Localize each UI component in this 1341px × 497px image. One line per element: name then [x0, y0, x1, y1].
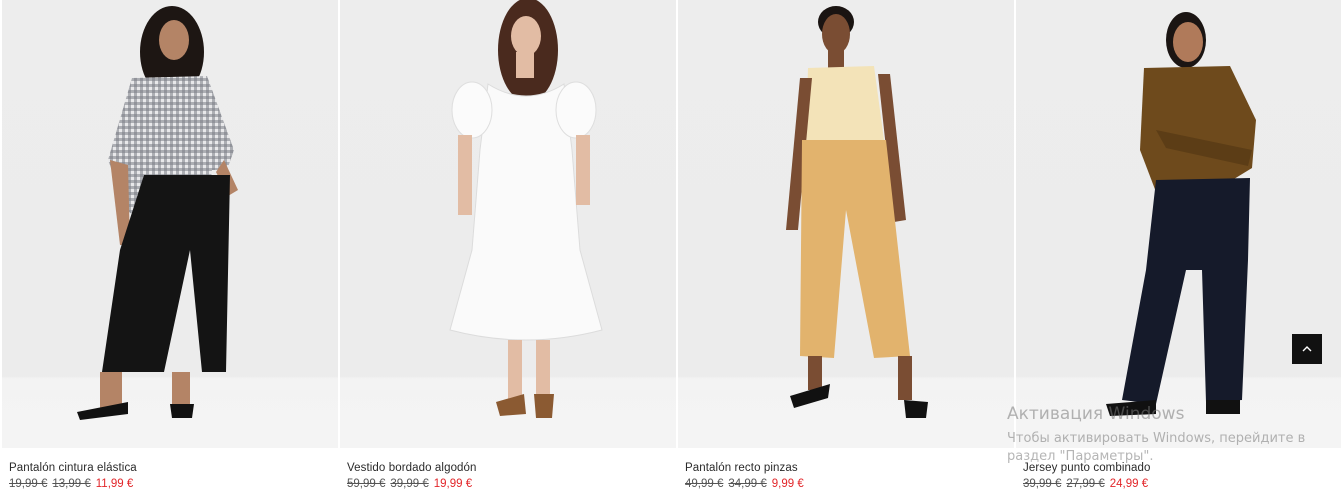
scroll-to-top-button[interactable] [1292, 334, 1322, 364]
product-name[interactable]: Pantalón recto pinzas [685, 462, 804, 474]
product-name[interactable]: Pantalón cintura elástica [9, 462, 137, 474]
product-info: Pantalón cintura elástica 19,99 € 13,99 €… [9, 462, 137, 490]
product-image[interactable] [1016, 0, 1341, 448]
product-card[interactable]: Vestido bordado algodón 59,99 € 39,99 € 19… [340, 0, 676, 497]
product-image[interactable] [2, 0, 338, 448]
product-prices: 49,99 € 34,99 € 9,99 € [685, 478, 804, 490]
product-name[interactable]: Jersey punto combinado [1023, 462, 1151, 474]
original-price: 19,99 € [9, 478, 48, 490]
product-info: Jersey punto combinado 39,99 € 27,99 € 24,… [1023, 462, 1151, 490]
product-info: Vestido bordado algodón 59,99 € 39,99 € 19… [347, 462, 477, 490]
model-photo [449, 0, 603, 418]
original-price: 39,99 € [1023, 478, 1062, 490]
model-photo [786, 6, 928, 418]
sale-price: 9,99 € [771, 478, 804, 490]
product-info: Pantalón recto pinzas 49,99 € 34,99 € 9,99… [685, 462, 804, 490]
product-grid: Pantalón cintura elástica 19,99 € 13,99 €… [0, 0, 1341, 497]
previous-price: 39,99 € [390, 478, 429, 490]
product-card[interactable]: Pantalón recto pinzas 49,99 € 34,99 € 9,99… [678, 0, 1014, 497]
original-price: 59,99 € [347, 478, 386, 490]
previous-price: 13,99 € [52, 478, 91, 490]
product-card[interactable]: Jersey punto combinado 39,99 € 27,99 € 24,… [1016, 0, 1341, 497]
previous-price: 27,99 € [1066, 478, 1105, 490]
chevron-up-icon [1302, 346, 1312, 352]
sale-price: 19,99 € [433, 478, 473, 490]
sale-price: 24,99 € [1109, 478, 1149, 490]
product-card[interactable]: Pantalón cintura elástica 19,99 € 13,99 €… [2, 0, 338, 497]
product-image[interactable] [340, 0, 676, 448]
sale-price: 11,99 € [95, 478, 134, 490]
product-image[interactable] [678, 0, 1014, 448]
model-photo [77, 6, 238, 420]
product-prices: 39,99 € 27,99 € 24,99 € [1023, 478, 1151, 490]
product-prices: 19,99 € 13,99 € 11,99 € [9, 478, 137, 490]
product-prices: 59,99 € 39,99 € 19,99 € [347, 478, 477, 490]
previous-price: 34,99 € [728, 478, 767, 490]
product-name[interactable]: Vestido bordado algodón [347, 462, 477, 474]
original-price: 49,99 € [685, 478, 724, 490]
model-photo [1106, 12, 1256, 416]
